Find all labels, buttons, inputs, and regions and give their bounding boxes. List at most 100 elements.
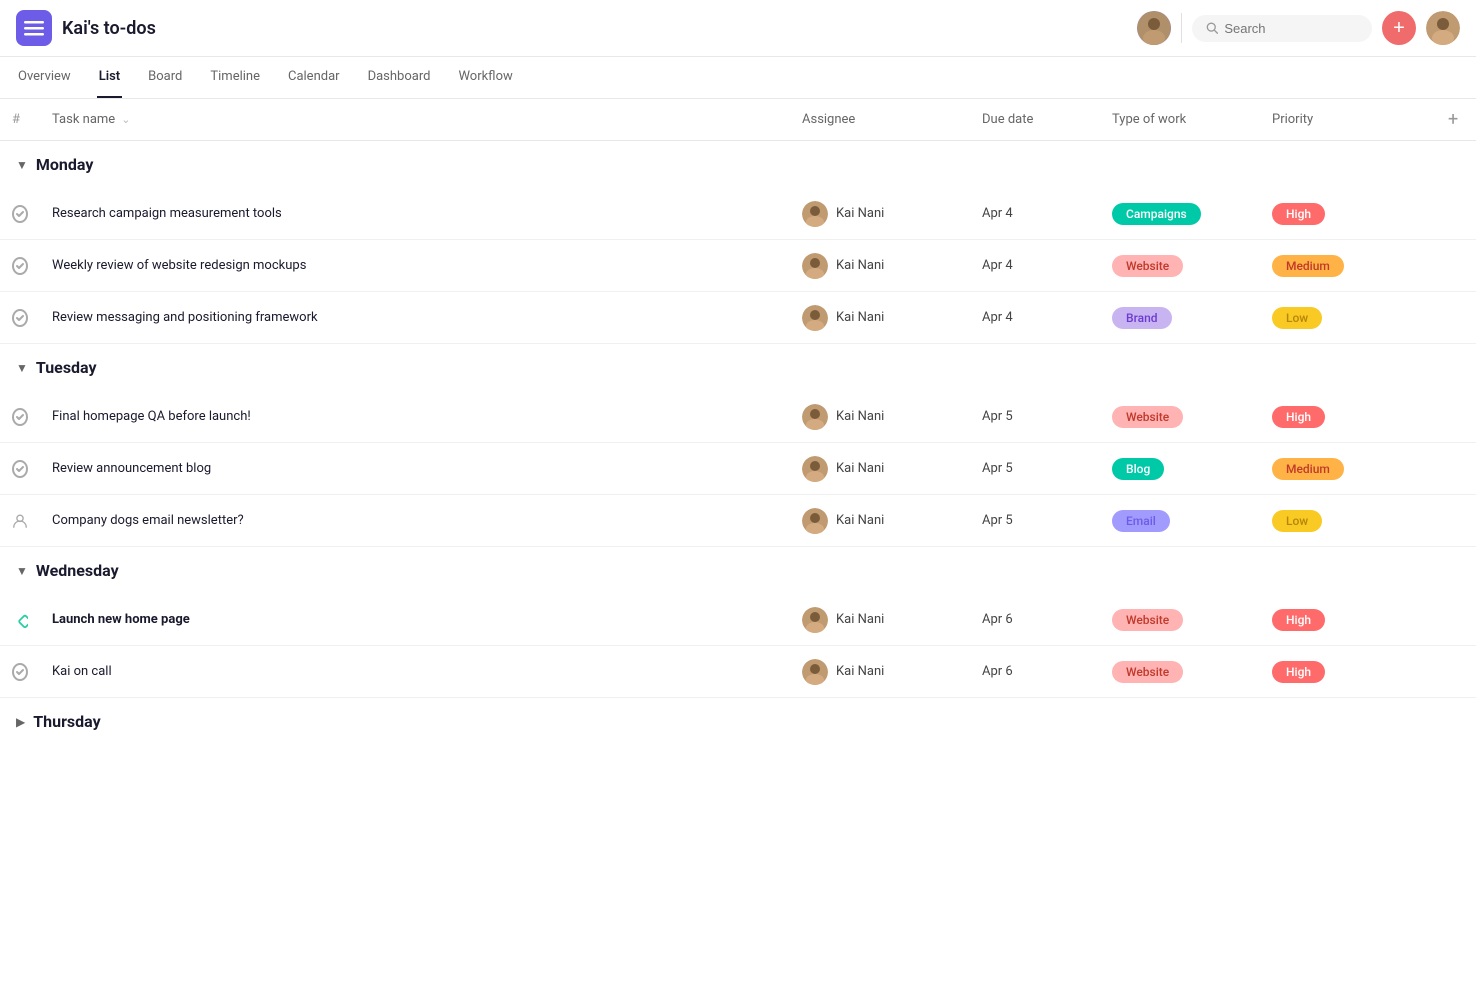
group-thursday-header[interactable]: ▶ Thursday [0,698,1476,745]
task-type-5: Blog [1096,458,1256,480]
divider [1181,13,1182,43]
task-check-5[interactable] [0,460,40,478]
table-row: Company dogs email newsletter? Kai Nani … [0,495,1476,547]
assignee-avatar-7 [802,607,828,633]
task-type-1: Campaigns [1096,203,1256,225]
task-check-8[interactable] [0,663,40,681]
tab-workflow[interactable]: Workflow [456,57,514,98]
type-badge-4: Website [1112,406,1183,428]
assignee-avatar-2 [802,253,828,279]
task-check-1[interactable] [0,205,40,223]
priority-badge-6: Low [1272,510,1322,532]
task-priority-7: High [1256,609,1436,631]
task-icon-6[interactable] [0,512,40,530]
table-row: Review announcement blog Kai Nani Apr 5 … [0,443,1476,495]
monday-label: Monday [36,155,94,174]
type-badge-5: Blog [1112,458,1164,480]
user-avatar-left[interactable] [1137,11,1171,45]
check-circle-icon [12,663,28,681]
task-due-8: Apr 6 [966,664,1096,679]
check-circle-icon [12,205,28,223]
priority-badge-4: High [1272,406,1325,428]
type-badge-6: Email [1112,510,1170,532]
group-monday: ▼ Monday Research campaign measurement t… [0,141,1476,344]
task-type-6: Email [1096,510,1256,532]
tab-timeline[interactable]: Timeline [208,57,262,98]
task-assignee-3: Kai Nani [786,305,966,331]
type-badge-3: Brand [1112,307,1172,329]
checkmark-icon [15,313,25,323]
nav-tabs: Overview List Board Timeline Calendar Da… [0,57,1476,99]
app-title: Kai's to-dos [62,18,156,39]
task-type-7: Website [1096,609,1256,631]
group-monday-header[interactable]: ▼ Monday [0,141,1476,188]
diamond-icon [12,612,28,628]
tab-calendar[interactable]: Calendar [286,57,342,98]
tab-list[interactable]: List [97,57,122,98]
wednesday-arrow-icon: ▼ [16,564,28,578]
assignee-avatar-1 [802,201,828,227]
task-check-2[interactable] [0,257,40,275]
search-box[interactable] [1192,15,1372,42]
task-check-3[interactable] [0,309,40,327]
checkmark-icon [15,412,25,422]
task-due-3: Apr 4 [966,310,1096,325]
task-name-8: Kai on call [40,664,786,679]
avatar-icon-left [1137,11,1171,45]
task-priority-5: Medium [1256,458,1436,480]
col-assignee: Assignee [786,102,966,137]
task-assignee-6: Kai Nani [786,508,966,534]
group-wednesday-header[interactable]: ▼ Wednesday [0,547,1476,594]
type-badge-8: Website [1112,661,1183,683]
check-circle-icon [12,309,28,327]
add-button[interactable]: + [1382,11,1416,45]
search-input[interactable] [1224,21,1358,36]
task-due-5: Apr 5 [966,461,1096,476]
priority-badge-3: Low [1272,307,1322,329]
tab-board[interactable]: Board [146,57,184,98]
check-circle-icon [12,257,28,275]
table-row: Research campaign measurement tools Kai … [0,188,1476,240]
col-add[interactable]: + [1436,99,1476,140]
tab-overview[interactable]: Overview [16,57,73,98]
type-badge-2: Website [1112,255,1183,277]
wednesday-label: Wednesday [36,561,119,580]
user-avatar-right[interactable] [1426,11,1460,45]
task-priority-2: Medium [1256,255,1436,277]
col-due-date: Due date [966,102,1096,137]
task-priority-4: High [1256,406,1436,428]
col-type-of-work: Type of work [1096,102,1256,137]
avatar-icon-right [1426,11,1460,45]
task-assignee-4: Kai Nani [786,404,966,430]
task-name-5: Review announcement blog [40,461,786,476]
task-due-6: Apr 5 [966,513,1096,528]
task-assignee-7: Kai Nani [786,607,966,633]
assignee-avatar-4 [802,404,828,430]
task-assignee-5: Kai Nani [786,456,966,482]
col-hash: # [0,102,40,137]
task-assignee-1: Kai Nani [786,201,966,227]
priority-badge-1: High [1272,203,1325,225]
priority-badge-7: High [1272,609,1325,631]
type-badge-1: Campaigns [1112,203,1201,225]
task-type-8: Website [1096,661,1256,683]
app-icon[interactable] [16,10,52,46]
tab-dashboard[interactable]: Dashboard [366,57,433,98]
task-due-4: Apr 5 [966,409,1096,424]
task-check-4[interactable] [0,408,40,426]
task-priority-8: High [1256,661,1436,683]
task-icon-7[interactable] [0,612,40,628]
group-thursday: ▶ Thursday [0,698,1476,745]
task-due-2: Apr 4 [966,258,1096,273]
table-row: Weekly review of website redesign mockup… [0,240,1476,292]
task-type-4: Website [1096,406,1256,428]
table-row: Kai on call Kai Nani Apr 6 Website High [0,646,1476,698]
group-tuesday-header[interactable]: ▼ Tuesday [0,344,1476,391]
task-type-3: Brand [1096,307,1256,329]
checkmark-icon [15,261,25,271]
checkmark-icon [15,209,25,219]
check-circle-icon [12,460,28,478]
priority-badge-8: High [1272,661,1325,683]
task-name-2: Weekly review of website redesign mockup… [40,258,786,273]
table-row: Final homepage QA before launch! Kai Nan… [0,391,1476,443]
